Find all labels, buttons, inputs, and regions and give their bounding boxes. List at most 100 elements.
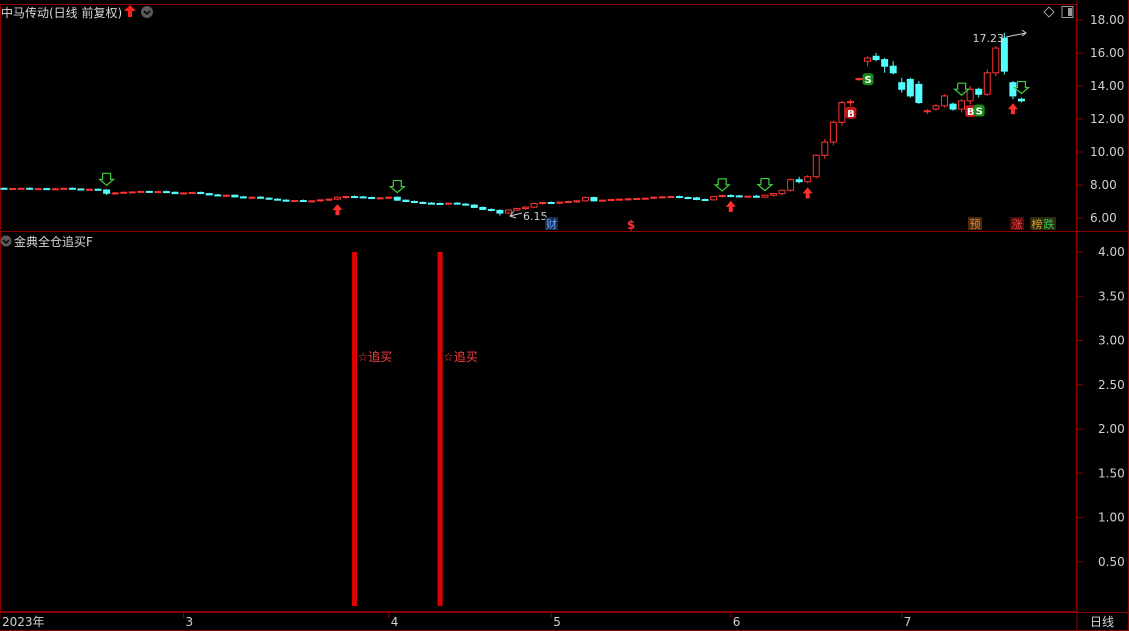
indicator-y-tick-label: 2.00 (1098, 422, 1125, 436)
period-label[interactable]: 日线 (1090, 615, 1114, 629)
finance-badge[interactable]: 财 (546, 217, 557, 231)
forecast-badge[interactable]: 预 (970, 218, 981, 231)
candle-body (735, 195, 743, 198)
candle-body (77, 188, 85, 191)
low-annotation: 6.15 (509, 210, 548, 223)
candle-body (308, 200, 316, 203)
candle-body (958, 100, 966, 110)
main-y-tick-label: 16.00 (1090, 46, 1124, 60)
candle-body (410, 201, 418, 203)
main-panel-title: 中马传动(日线 前复权) (1, 5, 122, 20)
candle (581, 196, 589, 202)
candle (607, 198, 615, 202)
candle (385, 196, 393, 199)
candle-body (641, 197, 649, 200)
candle-body (34, 188, 42, 191)
buy-arrow-head (725, 200, 736, 207)
signal-markers: BSB S (97, 73, 1031, 216)
candle (479, 206, 487, 211)
candle-body (650, 196, 658, 199)
candle-body (838, 102, 846, 123)
candle (932, 104, 940, 111)
x-tick-label: 3 (186, 615, 194, 629)
candle (573, 200, 581, 203)
candle (359, 195, 367, 199)
candle-body (248, 196, 256, 199)
candle (641, 197, 649, 200)
main-y-tick-label: 12.00 (1090, 112, 1124, 126)
candle (462, 203, 470, 206)
main-y-tick-label: 14.00 (1090, 79, 1124, 93)
indicator-chevron-icon[interactable] (0, 235, 12, 247)
candle (735, 194, 743, 198)
candle-body (761, 194, 769, 198)
candle-body (385, 196, 393, 199)
candle-body (222, 194, 230, 197)
ranking-badge[interactable]: 榜 (1032, 217, 1043, 231)
candle (316, 199, 324, 202)
indicator-y-tick-label: 3.50 (1098, 289, 1125, 303)
candle (368, 196, 376, 200)
signal-badge-text: B (967, 107, 975, 118)
candle (231, 194, 239, 198)
sell-badge-icon: S (973, 104, 985, 118)
limit-up-badge[interactable]: 涨 (1012, 218, 1023, 231)
candle (214, 193, 222, 197)
diamond-icon[interactable] (1043, 6, 1055, 18)
candle-body (154, 191, 162, 194)
chevron-down-icon[interactable] (141, 6, 153, 18)
x-tick-label: 2023年 (2, 615, 45, 629)
candle (291, 199, 299, 203)
indicator-y-tick-label: 0.50 (1098, 555, 1125, 569)
candle-body (624, 198, 632, 201)
candle-body (539, 201, 547, 204)
candle-body (846, 101, 854, 104)
signal-badge-text: S (864, 75, 871, 86)
chart-frame (0, 0, 1129, 631)
candle-body (68, 187, 76, 190)
candle (428, 202, 435, 205)
candle-body (812, 154, 820, 178)
candle-body (581, 197, 589, 202)
sell-arrow-shape (713, 178, 731, 192)
candle-body (128, 191, 136, 194)
candle (778, 189, 786, 195)
candle-body (1017, 98, 1025, 102)
candle-body (445, 202, 453, 205)
buy-arrow-stem (728, 206, 733, 212)
candle (436, 202, 444, 205)
candle-body (43, 188, 51, 191)
candle (675, 195, 683, 199)
candle (171, 191, 179, 195)
candle-body (932, 105, 940, 110)
candle-body (795, 179, 803, 183)
candle-body (633, 198, 641, 201)
candle (265, 197, 273, 200)
candle-body (325, 198, 333, 201)
candle-body (274, 198, 282, 201)
candle-body (60, 187, 68, 190)
sell-arrow-shape (97, 172, 116, 187)
buy-arrow-stem (335, 210, 340, 216)
candle-body (898, 82, 906, 90)
candle-body (214, 194, 222, 197)
candle (154, 190, 162, 194)
candle-body (556, 201, 564, 204)
candle (239, 195, 247, 199)
candle (68, 187, 76, 190)
candle (410, 200, 418, 204)
candle-body (983, 72, 991, 95)
candle (821, 138, 829, 159)
candle (958, 99, 966, 113)
candle (667, 195, 675, 199)
panel-toggle-icon[interactable] (1061, 6, 1074, 18)
main-panel-border (0, 4, 1077, 232)
candle (846, 99, 854, 106)
dividend-badge[interactable]: $ (627, 218, 635, 232)
drop-badge[interactable]: 跌 (1044, 217, 1055, 231)
candle (864, 56, 872, 67)
candle (829, 120, 837, 146)
candle-body (419, 201, 427, 204)
signal-badge-text: S (976, 107, 983, 118)
candle (419, 201, 427, 204)
